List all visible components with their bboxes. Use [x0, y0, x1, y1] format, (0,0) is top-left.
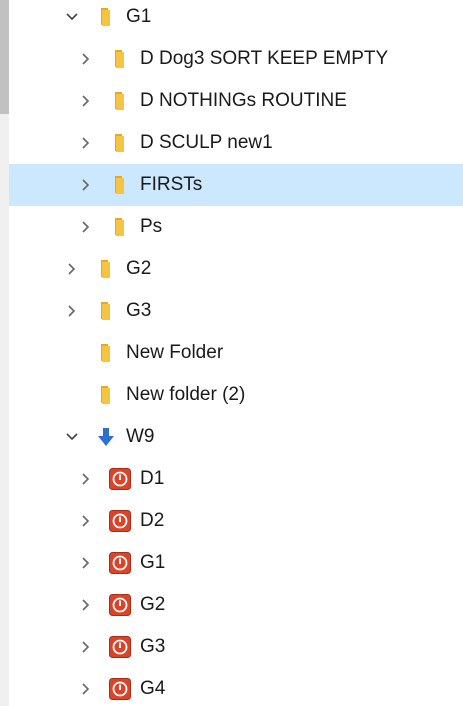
chevron-right-icon[interactable] — [77, 596, 95, 614]
power-icon — [109, 594, 131, 616]
tree-item-firsts[interactable]: FIRSTs — [9, 164, 463, 206]
tree-item-label: New folder (2) — [126, 384, 246, 405]
tree-item-new-folder-2[interactable]: New folder (2) — [9, 374, 463, 416]
chevron-down-icon[interactable] — [63, 428, 81, 446]
folder-icon — [95, 258, 117, 280]
tree-item-w9-g4[interactable]: G4 — [9, 668, 463, 706]
tree-item-d2[interactable]: D2 — [9, 500, 463, 542]
chevron-right-icon[interactable] — [77, 512, 95, 530]
power-icon — [109, 468, 131, 490]
tree-item-label: G3 — [140, 636, 166, 657]
power-icon — [109, 636, 131, 658]
folder-tree: G1 D Dog3 SORT KEEP EMPTY D NOTHINGs ROU… — [9, 0, 463, 706]
tree-item-label: G2 — [126, 258, 152, 279]
tree-item-w9-g2[interactable]: G2 — [9, 584, 463, 626]
folder-icon — [95, 384, 117, 406]
tree-item-label: D1 — [140, 468, 165, 489]
chevron-right-icon[interactable] — [77, 50, 95, 68]
tree-item-label: D SCULP new1 — [140, 132, 273, 153]
tree-item-label: Ps — [140, 216, 163, 237]
chevron-right-icon[interactable] — [77, 176, 95, 194]
tree-item-w9[interactable]: W9 — [9, 416, 463, 458]
tree-item-g3[interactable]: G3 — [9, 290, 463, 332]
tree-item-label: FIRSTs — [140, 174, 203, 195]
tree-item-label: G1 — [126, 6, 152, 27]
tree-item-d-sculp[interactable]: D SCULP new1 — [9, 122, 463, 164]
chevron-right-icon[interactable] — [77, 554, 95, 572]
folder-icon — [109, 48, 131, 70]
power-icon — [109, 678, 131, 700]
chevron-right-icon[interactable] — [77, 218, 95, 236]
tree-item-label: D NOTHINGs ROUTINE — [140, 90, 347, 111]
tree-item-d1[interactable]: D1 — [9, 458, 463, 500]
power-icon — [109, 552, 131, 574]
tree-panel: G1 D Dog3 SORT KEEP EMPTY D NOTHINGs ROU… — [0, 0, 463, 706]
tree-item-w9-g1[interactable]: G1 — [9, 542, 463, 584]
tree-item-ps[interactable]: Ps — [9, 206, 463, 248]
chevron-right-icon[interactable] — [77, 680, 95, 698]
folder-icon — [109, 174, 131, 196]
tree-item-label: W9 — [126, 426, 155, 447]
power-icon — [109, 510, 131, 532]
folder-icon — [109, 216, 131, 238]
tree-item-g2[interactable]: G2 — [9, 248, 463, 290]
tree-item-label: New Folder — [126, 342, 224, 363]
chevron-right-icon[interactable] — [77, 134, 95, 152]
tree-item-label: G2 — [140, 594, 166, 615]
chevron-right-icon[interactable] — [77, 92, 95, 110]
tree-item-d-dog3[interactable]: D Dog3 SORT KEEP EMPTY — [9, 38, 463, 80]
tree-item-label: D Dog3 SORT KEEP EMPTY — [140, 48, 389, 69]
chevron-right-icon[interactable] — [63, 302, 81, 320]
folder-icon — [95, 342, 117, 364]
folder-icon — [95, 6, 117, 28]
tree-item-label: G4 — [140, 678, 166, 699]
folder-icon — [109, 132, 131, 154]
chevron-right-icon[interactable] — [63, 260, 81, 278]
chevron-down-icon[interactable] — [63, 8, 81, 26]
tree-item-g1[interactable]: G1 — [9, 0, 463, 38]
vertical-scrollbar[interactable] — [0, 0, 9, 706]
scrollbar-thumb[interactable] — [0, 0, 9, 114]
chevron-right-icon[interactable] — [77, 470, 95, 488]
tree-item-w9-g3[interactable]: G3 — [9, 626, 463, 668]
tree-item-label: G1 — [140, 552, 166, 573]
download-arrow-icon — [95, 426, 117, 448]
chevron-right-icon[interactable] — [77, 638, 95, 656]
tree-item-d-nothings[interactable]: D NOTHINGs ROUTINE — [9, 80, 463, 122]
tree-item-new-folder[interactable]: New Folder — [9, 332, 463, 374]
folder-icon — [109, 90, 131, 112]
tree-item-label: G3 — [126, 300, 152, 321]
tree-item-label: D2 — [140, 510, 165, 531]
folder-icon — [95, 300, 117, 322]
